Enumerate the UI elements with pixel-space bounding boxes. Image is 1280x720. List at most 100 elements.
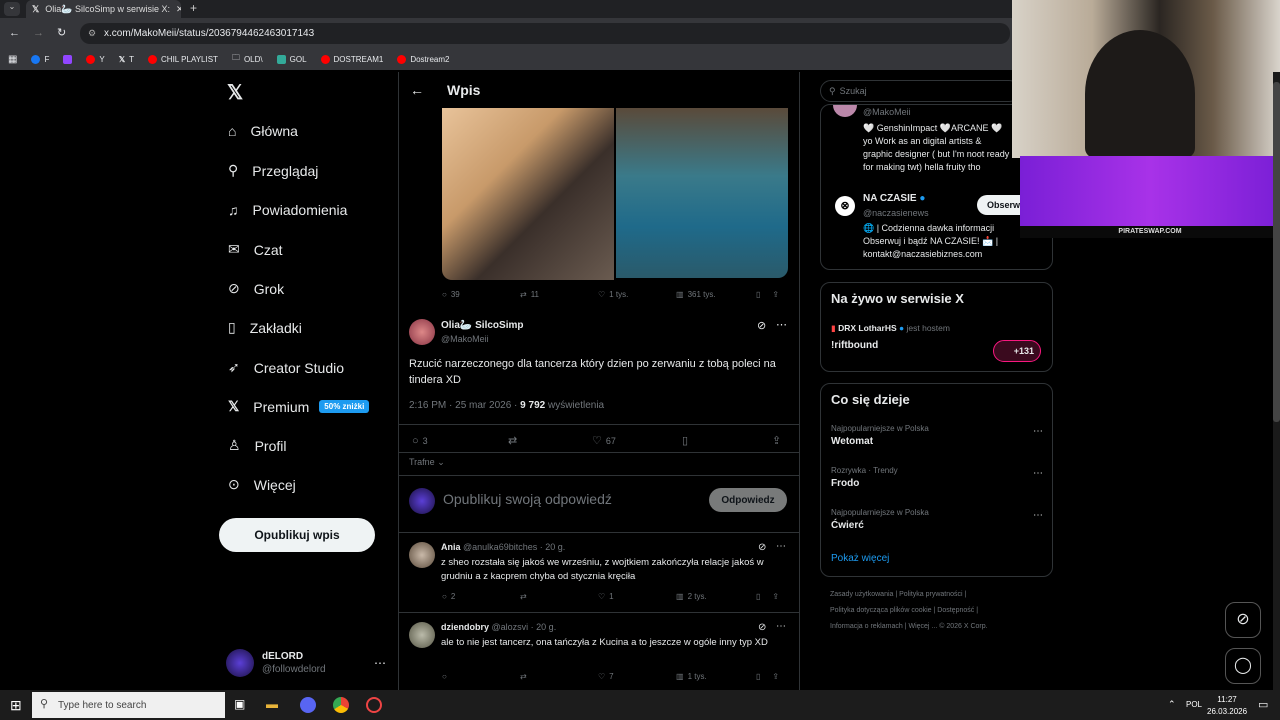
bookmark-icon[interactable]: ▯ <box>756 592 760 601</box>
forward-icon[interactable]: → <box>33 27 44 39</box>
bookmark-chil-playlist[interactable]: CHIL PLAYLIST <box>148 54 218 64</box>
url-field[interactable]: x.com/MakoMeii/status/203679446246301714… <box>80 23 1010 44</box>
file-explorer-icon[interactable]: ▬ <box>266 697 278 711</box>
post-author-name[interactable]: Olia🦢 SilcoSimp <box>441 320 523 331</box>
like-action[interactable]: ♡ 1 <box>598 592 676 601</box>
reply-submit-button[interactable]: Odpowiedz <box>709 488 787 512</box>
search-input[interactable]: ⚲ Szukaj <box>820 80 1020 102</box>
bookmark-twitch[interactable] <box>63 54 73 64</box>
app-icon[interactable] <box>366 697 382 713</box>
taskbar-search[interactable]: Type here to search <box>32 692 225 718</box>
suggest-name[interactable]: NA CZASIE ● <box>863 193 925 204</box>
bookmark-t[interactable]: 𝕏T <box>119 55 134 64</box>
nav-premium[interactable]: 𝕏 Premium 50% zniżki <box>228 398 370 415</box>
language-indicator[interactable]: POL <box>1186 700 1202 709</box>
windows-start-icon[interactable]: ⊞ <box>10 697 22 714</box>
reply-action[interactable]: ○ 39 <box>442 290 520 299</box>
more-dots-icon[interactable]: ⋯ <box>1033 468 1043 479</box>
clock[interactable]: 11:27 26.03.2026 <box>1207 694 1247 718</box>
reply-author-avatar[interactable] <box>409 542 435 568</box>
grok-icon[interactable]: ⊘ <box>757 319 766 332</box>
footer-link[interactable]: Dostępność <box>937 607 974 614</box>
grok-icon[interactable]: ⊘ <box>758 622 766 633</box>
reply-input[interactable]: Opublikuj swoją odpowiedź <box>443 491 612 507</box>
footer-link[interactable]: Polityka prywatności <box>899 591 962 598</box>
account-switcher[interactable]: dELORD @followdelord ⋯ <box>226 646 386 680</box>
grok-icon[interactable]: ⊘ <box>758 542 766 553</box>
live-stream-title[interactable]: !riftbound <box>831 340 878 351</box>
back-arrow-icon[interactable]: ← <box>410 82 424 98</box>
grok-floating-icon[interactable]: ⊘ <box>1225 602 1261 638</box>
nav-bookmarks[interactable]: ▯ Zakładki <box>228 319 302 336</box>
repost-action[interactable]: ⇄ <box>508 434 592 447</box>
trend-item[interactable]: Najpopularniejsze w Polska Wetomat ⋯ <box>831 424 1043 447</box>
share-icon[interactable]: ⇪ <box>772 592 779 601</box>
nav-home[interactable]: ⌂ Główna <box>228 123 298 139</box>
repost-action[interactable]: ⇄ 11 <box>520 290 598 299</box>
footer-link[interactable]: Informacja o reklamach <box>830 623 903 630</box>
bookmark-icon[interactable]: ▯ <box>756 290 760 299</box>
apps-grid-icon[interactable]: ▦ <box>8 54 17 65</box>
new-tab-icon[interactable]: + <box>190 1 197 15</box>
nav-explore[interactable]: ⚲ Przeglądaj <box>228 162 318 179</box>
like-action[interactable]: ♡ 67 <box>592 434 682 447</box>
bookmark-dostream1[interactable]: DOSTREAM1 <box>320 54 383 64</box>
live-listener-count[interactable]: +131 <box>993 340 1041 362</box>
reply-author-avatar[interactable] <box>409 622 435 648</box>
bookmark-f[interactable]: F <box>31 54 49 64</box>
nav-grok[interactable]: ⊘ Grok <box>228 280 284 297</box>
repost-action[interactable]: ⇄ <box>520 672 598 681</box>
tab-menu-icon[interactable]: ⌄ <box>4 2 20 16</box>
discord-icon[interactable] <box>300 697 316 713</box>
scrollbar[interactable] <box>1273 72 1280 690</box>
suggest-avatar[interactable] <box>833 105 857 117</box>
nav-chat[interactable]: ✉ Czat <box>228 241 283 258</box>
suggest-handle[interactable]: @MakoMeii <box>863 107 911 117</box>
reload-icon[interactable]: ↻ <box>57 26 66 39</box>
bookmark-gol[interactable]: GOL <box>276 54 307 64</box>
post-author-handle[interactable]: @MakoMeii <box>441 334 489 344</box>
live-host-row[interactable]: ▮ DRX LotharHS ● jest hostem <box>831 323 950 334</box>
share-icon[interactable]: ⇪ <box>772 672 779 681</box>
footer-link[interactable]: Polityka dotycząca plików cookie <box>830 607 932 614</box>
x-home-logo-icon[interactable]: 𝕏 <box>227 80 243 105</box>
post-button[interactable]: Opublikuj wpis <box>219 518 375 552</box>
footer-link[interactable]: Zasady użytkowania <box>830 591 893 598</box>
like-action[interactable]: ♡ 1 tys. <box>598 290 676 299</box>
back-icon[interactable]: ← <box>9 27 20 39</box>
reply-action[interactable]: ○ 3 <box>412 435 508 447</box>
like-action[interactable]: ♡ 7 <box>598 672 676 681</box>
more-dots-icon[interactable]: ⋯ <box>776 318 787 331</box>
views-action[interactable]: ▥ 2 tys. <box>676 592 756 601</box>
chat-floating-icon[interactable]: ◯ <box>1225 648 1261 684</box>
bookmark-icon[interactable]: ▯ <box>756 672 760 681</box>
post-author-avatar[interactable] <box>409 319 435 345</box>
bookmark-y[interactable]: Y <box>86 54 105 64</box>
share-action[interactable]: ⇪ <box>772 434 781 447</box>
views-action[interactable]: ▥ 1 tys. <box>676 672 756 681</box>
views-action[interactable]: ▥ 361 tys. <box>676 290 756 299</box>
repost-action[interactable]: ⇄ <box>520 592 598 601</box>
reply-action[interactable]: ○ <box>442 672 520 681</box>
bookmark-action[interactable]: ▯ <box>682 434 772 447</box>
site-info-icon[interactable]: ⚙ <box>88 28 96 39</box>
more-dots-icon[interactable]: ⋯ <box>1033 426 1043 437</box>
trend-item[interactable]: Najpopularniejsze w Polska Ćwierć ⋯ <box>831 508 1043 531</box>
bookmark-dostream2[interactable]: Dostream2 <box>397 54 449 64</box>
share-icon[interactable]: ⇪ <box>772 290 779 299</box>
tray-chevron-icon[interactable]: ⌃ <box>1168 699 1176 710</box>
reply-action[interactable]: ○ 2 <box>442 592 520 601</box>
suggest-handle[interactable]: @naczasienews <box>863 208 929 218</box>
chrome-icon[interactable] <box>333 697 349 713</box>
notification-icon[interactable]: ▭ <box>1258 698 1268 711</box>
nav-notifications[interactable]: ♫ Powiadomienia <box>228 202 347 218</box>
more-dots-icon[interactable]: ⋯ <box>776 621 786 632</box>
sort-dropdown[interactable]: Trafne ⌄ <box>409 457 445 468</box>
browser-tab[interactable]: 𝕏 Olia🦢 SilcoSimp w serwisie X: ✕ <box>26 0 181 18</box>
nav-creator-studio[interactable]: ➶ Creator Studio <box>228 359 344 376</box>
quoted-image-right[interactable] <box>616 108 788 278</box>
trend-item[interactable]: Rozrywka · Trendy Frodo ⋯ <box>831 466 1043 489</box>
quoted-image-left[interactable] <box>442 108 614 280</box>
bookmark-folder-old[interactable]: 🗀 OLD\ <box>232 52 263 66</box>
more-dots-icon[interactable]: ⋯ <box>1033 510 1043 521</box>
